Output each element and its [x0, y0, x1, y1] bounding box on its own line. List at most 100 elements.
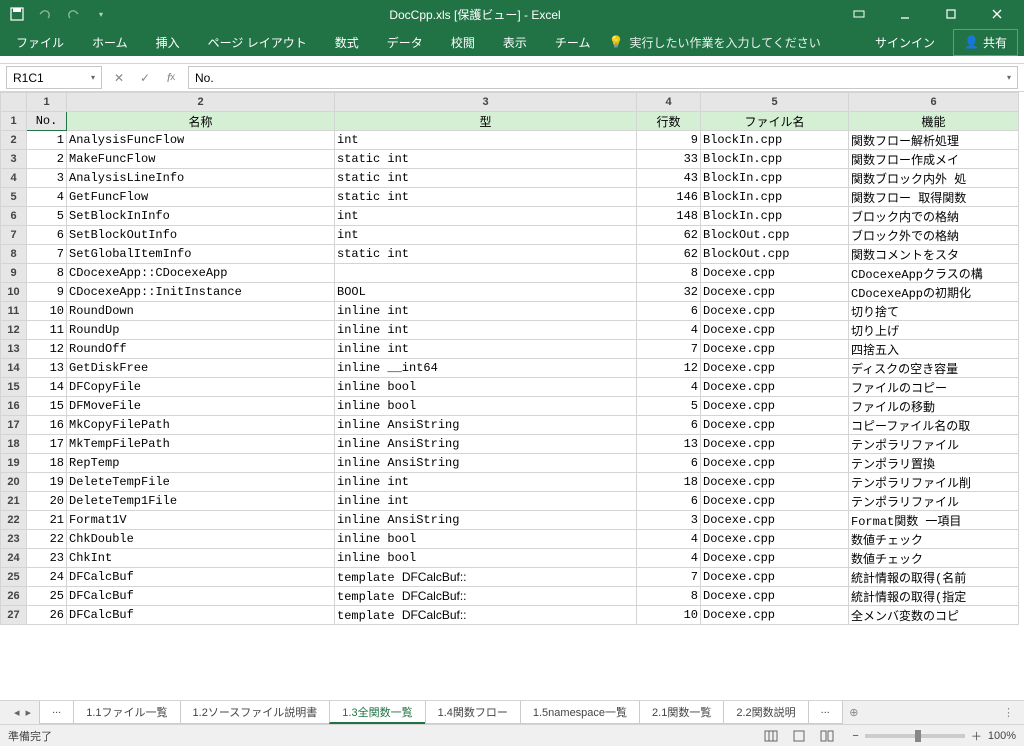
col-header[interactable]: 2 — [67, 93, 335, 112]
cell[interactable]: DFCalcBuf — [67, 568, 335, 587]
cell[interactable]: Format関数 一項目 — [849, 511, 1019, 530]
cell[interactable]: int — [335, 131, 637, 150]
tell-me[interactable]: 💡 実行したい作業を入力してください — [608, 34, 820, 51]
cell[interactable]: inline __int64 — [335, 359, 637, 378]
row-header[interactable]: 25 — [1, 568, 27, 587]
cell[interactable]: static int — [335, 169, 637, 188]
cell[interactable]: inline bool — [335, 397, 637, 416]
cell[interactable]: GetFuncFlow — [67, 188, 335, 207]
cell[interactable]: inline bool — [335, 378, 637, 397]
cell[interactable]: DFCopyFile — [67, 378, 335, 397]
cell[interactable]: 8 — [637, 264, 701, 283]
cell[interactable]: 統計情報の取得(名前 — [849, 568, 1019, 587]
formula-input[interactable]: No. ▾ — [188, 66, 1018, 89]
cell[interactable]: BlockIn.cpp — [701, 207, 849, 226]
cell[interactable]: Docexe.cpp — [701, 549, 849, 568]
cell[interactable]: int — [335, 226, 637, 245]
row-header[interactable]: 22 — [1, 511, 27, 530]
cell[interactable]: MkTempFilePath — [67, 435, 335, 454]
cell[interactable]: 32 — [637, 283, 701, 302]
col-header[interactable]: 4 — [637, 93, 701, 112]
cell[interactable]: DFCalcBuf — [67, 587, 335, 606]
cell[interactable]: inline int — [335, 340, 637, 359]
cell[interactable]: 15 — [27, 397, 67, 416]
chevron-left-icon[interactable]: ◂ — [14, 706, 20, 719]
cell[interactable]: 関数ブロック内外 処 — [849, 169, 1019, 188]
undo-icon[interactable] — [32, 2, 58, 26]
cell[interactable]: 四捨五入 — [849, 340, 1019, 359]
cell[interactable]: 43 — [637, 169, 701, 188]
cell[interactable]: 13 — [27, 359, 67, 378]
cell[interactable]: 5 — [27, 207, 67, 226]
row-header[interactable]: 21 — [1, 492, 27, 511]
cell[interactable]: 18 — [27, 454, 67, 473]
cell[interactable]: 24 — [27, 568, 67, 587]
sheet-tab[interactable]: 1.5namespace一覧 — [520, 701, 640, 724]
cell[interactable]: 16 — [27, 416, 67, 435]
cell[interactable]: AnalysisLineInfo — [67, 169, 335, 188]
cell[interactable]: Docexe.cpp — [701, 606, 849, 625]
table-header-cell[interactable]: 機能 — [849, 112, 1019, 131]
cell[interactable]: ブロック外での格納 — [849, 226, 1019, 245]
cell[interactable]: 4 — [637, 378, 701, 397]
cell[interactable]: inline AnsiString — [335, 511, 637, 530]
cell[interactable]: 4 — [637, 321, 701, 340]
redo-icon[interactable] — [60, 2, 86, 26]
cell[interactable]: Docexe.cpp — [701, 511, 849, 530]
tab-scroll[interactable]: ⋮ — [993, 701, 1024, 724]
cell[interactable]: 6 — [637, 416, 701, 435]
sheet-tab[interactable]: 1.3全関数一覧 — [329, 701, 425, 724]
minimize-icon[interactable] — [882, 0, 928, 28]
cell[interactable]: 5 — [637, 397, 701, 416]
cell[interactable]: Docexe.cpp — [701, 283, 849, 302]
cell[interactable]: 62 — [637, 226, 701, 245]
row-header[interactable]: 14 — [1, 359, 27, 378]
row-header[interactable]: 17 — [1, 416, 27, 435]
cell[interactable]: CDocexeApp::CDocexeApp — [67, 264, 335, 283]
cell[interactable]: Docexe.cpp — [701, 378, 849, 397]
cell[interactable]: MkCopyFilePath — [67, 416, 335, 435]
row-header[interactable]: 9 — [1, 264, 27, 283]
row-header[interactable]: 7 — [1, 226, 27, 245]
cell[interactable]: 23 — [27, 549, 67, 568]
row-header[interactable]: 20 — [1, 473, 27, 492]
cell[interactable]: CDocexeAppクラスの構 — [849, 264, 1019, 283]
row-header[interactable]: 26 — [1, 587, 27, 606]
col-header[interactable]: 6 — [849, 93, 1019, 112]
cell[interactable]: inline AnsiString — [335, 416, 637, 435]
cell[interactable]: BlockIn.cpp — [701, 150, 849, 169]
ribbon-tab[interactable]: ホーム — [82, 30, 138, 55]
sheet-tab[interactable]: 1.2ソースファイル説明書 — [180, 701, 331, 724]
name-box[interactable]: R1C1 ▾ — [6, 66, 102, 89]
cell[interactable]: BlockOut.cpp — [701, 226, 849, 245]
cell[interactable]: ファイルのコピー — [849, 378, 1019, 397]
cell[interactable]: inline AnsiString — [335, 454, 637, 473]
cell[interactable]: RoundOff — [67, 340, 335, 359]
cell[interactable]: BOOL — [335, 283, 637, 302]
cell[interactable]: Docexe.cpp — [701, 302, 849, 321]
cell[interactable]: 7 — [27, 245, 67, 264]
cell[interactable]: Docexe.cpp — [701, 321, 849, 340]
cell[interactable]: Docexe.cpp — [701, 568, 849, 587]
maximize-icon[interactable] — [928, 0, 974, 28]
row-header[interactable]: 23 — [1, 530, 27, 549]
col-header[interactable]: 3 — [335, 93, 637, 112]
cell[interactable]: 20 — [27, 492, 67, 511]
cell[interactable]: 4 — [27, 188, 67, 207]
cell[interactable]: Docexe.cpp — [701, 492, 849, 511]
cell[interactable]: int — [335, 207, 637, 226]
cell[interactable]: 9 — [637, 131, 701, 150]
table-header-cell[interactable]: No. — [27, 112, 67, 131]
cell[interactable]: BlockIn.cpp — [701, 169, 849, 188]
row-header[interactable]: 10 — [1, 283, 27, 302]
tab-more[interactable]: ... — [39, 701, 74, 724]
cell[interactable]: 関数フロー作成メイ — [849, 150, 1019, 169]
cell[interactable]: static int — [335, 245, 637, 264]
cell[interactable]: 4 — [637, 530, 701, 549]
cell[interactable]: 8 — [27, 264, 67, 283]
cell[interactable]: inline bool — [335, 530, 637, 549]
cell[interactable]: 数値チェック — [849, 530, 1019, 549]
cell[interactable]: RoundUp — [67, 321, 335, 340]
ribbon-tab[interactable]: ファイル — [6, 30, 74, 55]
cell[interactable]: static int — [335, 150, 637, 169]
